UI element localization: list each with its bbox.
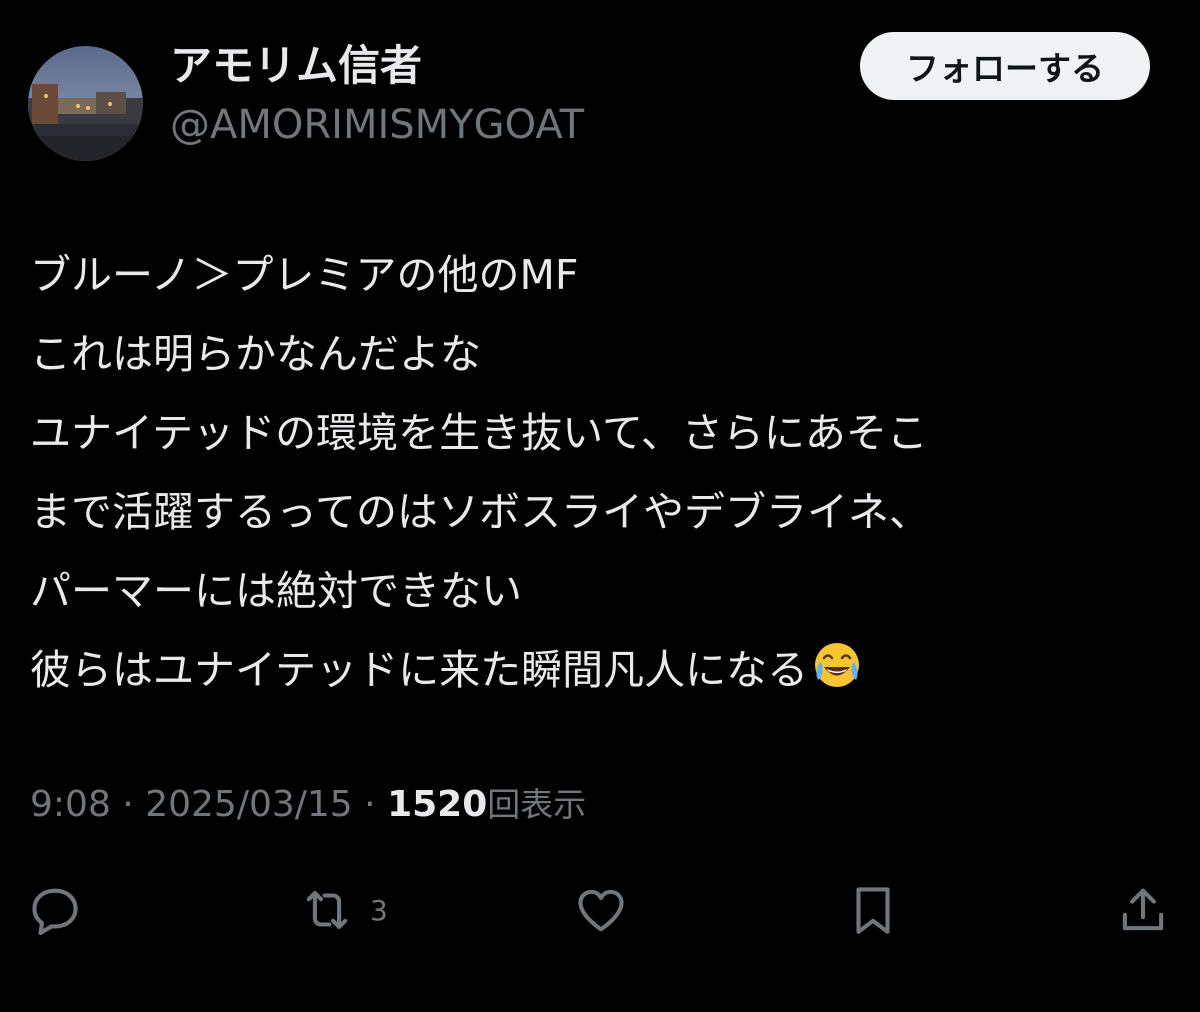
tweet-line-text: 彼らはユナイテッドに来た瞬間凡人になる: [30, 646, 809, 694]
avatar[interactable]: [28, 46, 143, 161]
avatar-image: [28, 46, 143, 161]
heart-icon: [578, 889, 624, 932]
display-name[interactable]: アモリム信者: [170, 40, 422, 92]
tweet-meta: 9:08 · 2025/03/15 · 1520回表示: [30, 780, 586, 830]
follow-button[interactable]: フォローする: [860, 32, 1150, 100]
meta-separator: ·: [122, 784, 134, 825]
views-count: 1520: [387, 784, 488, 825]
face-with-tears-of-joy-icon: [815, 643, 860, 687]
tweet-date[interactable]: 2025/03/15: [145, 784, 353, 825]
bookmark-icon: [856, 887, 890, 934]
share-button[interactable]: [1114, 880, 1172, 940]
tweet-text: ブルーノ＞プレミアの他のMF これは明らかなんだよな ユナイテッドの環境を生き抜…: [30, 236, 1180, 710]
tweet-line: パーマーには絶対できない: [30, 567, 522, 615]
tweet-line: ユナイテッドの環境を生き抜いて、さらにあそこ: [30, 409, 928, 457]
retweet-icon: [306, 891, 348, 929]
retweet-button[interactable]: 3: [298, 880, 388, 940]
bookmark-button[interactable]: [844, 880, 902, 940]
tweet-line: これは明らかなんだよな: [30, 330, 481, 378]
views-label: 回表示: [487, 785, 587, 824]
meta-separator: ·: [364, 784, 376, 825]
tweet-time[interactable]: 9:08: [30, 784, 111, 825]
tweet-line-last: 彼らはユナイテッドに来た瞬間凡人になる: [30, 631, 1180, 710]
speech-bubble-icon: [32, 888, 78, 936]
retweet-count: 3: [370, 893, 388, 927]
share-icon: [1122, 888, 1164, 931]
reply-button[interactable]: [26, 880, 84, 940]
tweet-line: まで活躍するってのはソボスライやデブライネ、: [30, 488, 930, 536]
like-button[interactable]: [572, 880, 630, 940]
action-bar: 3: [0, 880, 1200, 940]
user-handle[interactable]: @AMORIMISMYGOAT: [170, 100, 584, 150]
tweet-line: ブルーノ＞プレミアの他のMF: [30, 251, 579, 299]
